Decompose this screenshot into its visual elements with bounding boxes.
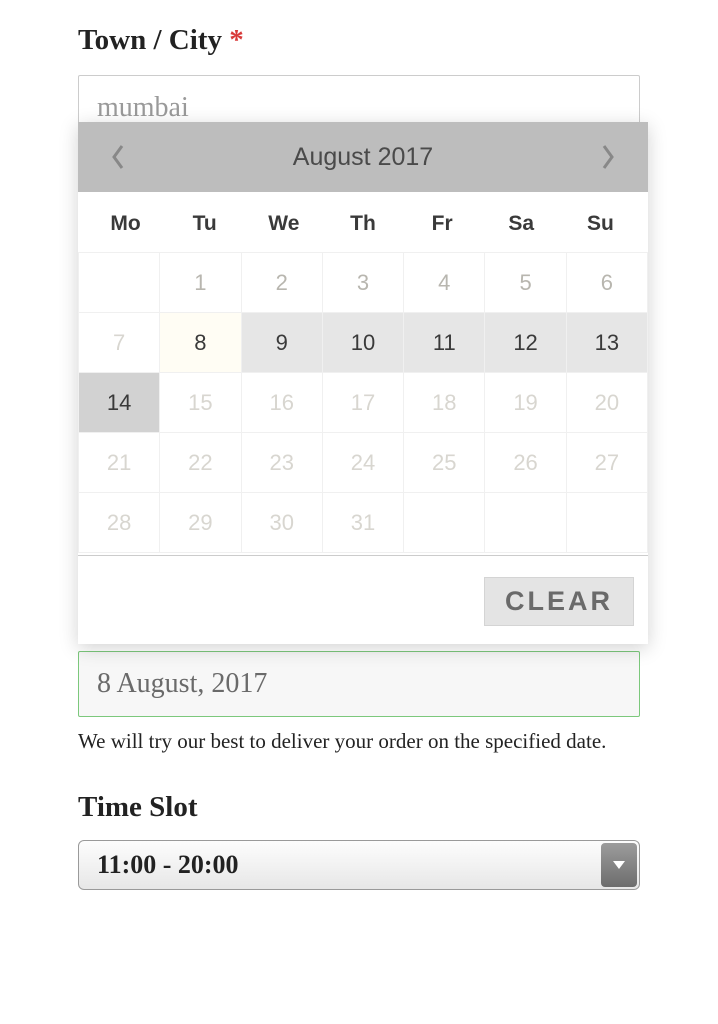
calendar-day: 4: [404, 253, 485, 313]
delivery-date-value: 8 August, 2017: [97, 668, 267, 699]
calendar-day: 21: [79, 433, 160, 493]
time-slot-value: 11:00 - 20:00: [97, 850, 239, 880]
datepicker-month-year: August 2017: [134, 143, 592, 172]
prev-month-button[interactable]: [102, 141, 134, 173]
calendar-day: 25: [404, 433, 485, 493]
chevron-right-icon: [600, 144, 616, 170]
calendar-day: [567, 493, 648, 553]
time-slot-select[interactable]: 11:00 - 20:00: [78, 840, 640, 890]
calendar-day: 1: [160, 253, 241, 313]
form-container: Town / City * mumbai August 2017 MoTuWeT…: [0, 0, 718, 930]
calendar-day: 5: [485, 253, 566, 313]
chevron-down-icon: [612, 860, 626, 870]
calendar-day: 31: [323, 493, 404, 553]
calendar-day: [485, 493, 566, 553]
dow-cell: Mo: [86, 212, 165, 236]
calendar-day[interactable]: 14: [79, 373, 160, 433]
town-city-value: mumbai: [97, 92, 189, 123]
calendar-day: 27: [567, 433, 648, 493]
calendar-day: 3: [323, 253, 404, 313]
calendar-day[interactable]: 8: [160, 313, 241, 373]
calendar-day: 28: [79, 493, 160, 553]
calendar-day: 7: [79, 313, 160, 373]
calendar-day: 23: [242, 433, 323, 493]
calendar-day: 24: [323, 433, 404, 493]
calendar-day: 26: [485, 433, 566, 493]
calendar-day[interactable]: 11: [404, 313, 485, 373]
calendar-day: 17: [323, 373, 404, 433]
dow-cell: Su: [561, 212, 640, 236]
calendar-day: 29: [160, 493, 241, 553]
calendar-day: 22: [160, 433, 241, 493]
delivery-date-input[interactable]: 8 August, 2017: [78, 651, 640, 717]
clear-button[interactable]: CLEAR: [484, 577, 634, 626]
calendar-day: 30: [242, 493, 323, 553]
calendar-day: 15: [160, 373, 241, 433]
datepicker-popup: August 2017 MoTuWeThFrSaSu 1234567891011…: [78, 122, 648, 644]
calendar-day: 18: [404, 373, 485, 433]
dow-cell: Th: [323, 212, 402, 236]
calendar-day: [79, 253, 160, 313]
datepicker-grid: 1234567891011121314151617181920212223242…: [78, 252, 648, 553]
time-slot-label: Time Slot: [78, 791, 640, 824]
required-asterisk: *: [229, 24, 244, 56]
calendar-day: 16: [242, 373, 323, 433]
town-city-label: Town / City *: [78, 24, 640, 57]
datepicker-dow-row: MoTuWeThFrSaSu: [78, 192, 648, 252]
chevron-left-icon: [110, 144, 126, 170]
calendar-day: [404, 493, 485, 553]
select-dropdown-button[interactable]: [601, 843, 637, 887]
calendar-day: 2: [242, 253, 323, 313]
calendar-day[interactable]: 13: [567, 313, 648, 373]
calendar-day[interactable]: 12: [485, 313, 566, 373]
time-slot-select-box: 11:00 - 20:00: [78, 840, 640, 890]
dow-cell: Fr: [403, 212, 482, 236]
calendar-day[interactable]: 10: [323, 313, 404, 373]
dow-cell: We: [244, 212, 323, 236]
datepicker-separator: [78, 555, 648, 577]
dow-cell: Sa: [482, 212, 561, 236]
delivery-date-helper: We will try our best to deliver your ord…: [78, 727, 640, 755]
datepicker-header: August 2017: [78, 122, 648, 192]
calendar-day: 20: [567, 373, 648, 433]
calendar-day: 6: [567, 253, 648, 313]
next-month-button[interactable]: [592, 141, 624, 173]
calendar-day[interactable]: 9: [242, 313, 323, 373]
dow-cell: Tu: [165, 212, 244, 236]
calendar-day: 19: [485, 373, 566, 433]
datepicker-footer: CLEAR: [78, 577, 648, 644]
town-city-label-text: Town / City: [78, 24, 222, 56]
